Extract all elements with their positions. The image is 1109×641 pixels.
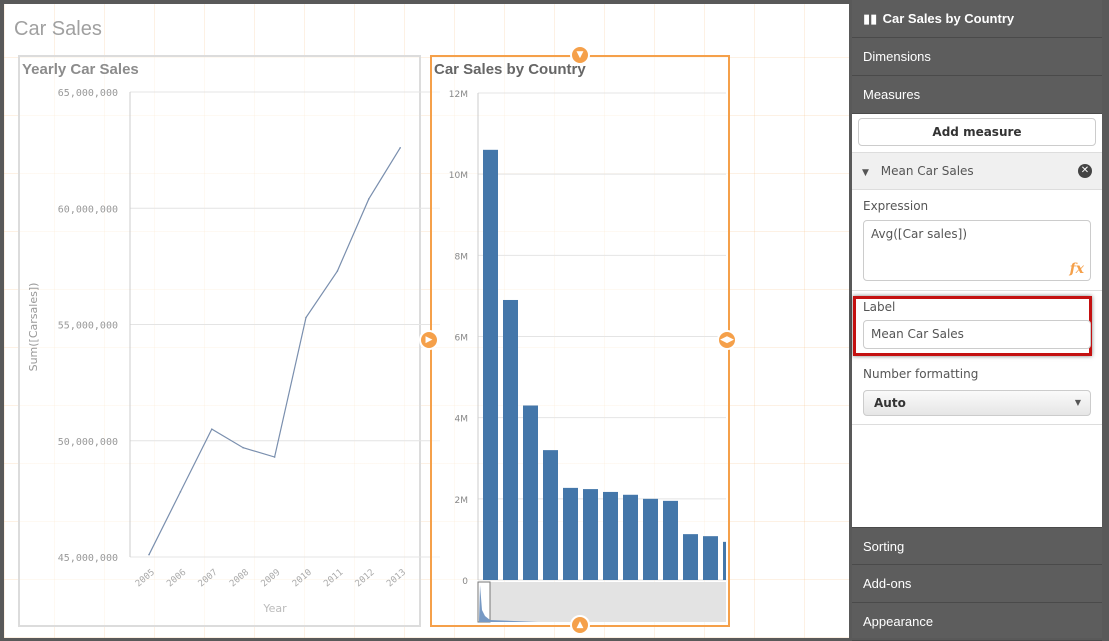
- bar-chart-svg: 0 2M 4M 6M 8M 10M 12M: [449, 90, 726, 623]
- scrollbar-track: [478, 582, 726, 622]
- y-tick-label: 12M: [449, 90, 468, 100]
- sheet-canvas: Car Sales Yearly Car Sales 45,000,000 50,…: [4, 4, 849, 638]
- y-axis-title: Sum([Carsales]): [27, 283, 40, 372]
- data-point: [336, 270, 339, 272]
- bar-chart-car-sales-by-country[interactable]: Car Sales by Country 0 2M 4M 6M 8M 10M 12M: [430, 55, 730, 627]
- bar: [503, 299, 518, 580]
- data-point: [368, 198, 370, 200]
- panel-header: ▮▮ Car Sales by Country: [852, 0, 1102, 38]
- measures-body: Add measure ▼ Mean Car Sales ✕ Expressio…: [852, 114, 1102, 527]
- bar: [563, 487, 578, 580]
- data-point: [211, 428, 213, 430]
- fx-icon[interactable]: fx: [1070, 261, 1084, 277]
- x-tick-label: 2005: [134, 568, 157, 590]
- line-chart-svg: 45,000,000 50,000,000 55,000,000 60,000,000…: [27, 88, 440, 615]
- expression-value: Avg([Car sales]): [871, 227, 968, 241]
- add-measure-button[interactable]: Add measure: [858, 118, 1096, 146]
- y-tick-label: 8M: [455, 252, 469, 262]
- x-tick-label: 2007: [197, 568, 220, 590]
- section-appearance[interactable]: Appearance: [852, 603, 1102, 641]
- y-tick-label: 60,000,000: [58, 204, 118, 215]
- bar: [483, 149, 498, 581]
- y-tick-label: 2M: [455, 496, 469, 506]
- chevron-down-icon: ▼: [1074, 398, 1081, 407]
- number-formatting-label: Number formatting: [863, 367, 979, 381]
- x-tick-label: 2006: [165, 568, 188, 590]
- y-tick-label: 6M: [455, 334, 469, 344]
- bar: [643, 498, 658, 580]
- bar: [683, 534, 698, 580]
- x-tick-label: 2010: [291, 568, 314, 590]
- y-tick-label: 10M: [449, 171, 468, 181]
- y-tick-label: 65,000,000: [58, 88, 118, 99]
- resize-handle-right[interactable]: ◀▶: [717, 330, 737, 350]
- bar: [583, 489, 598, 580]
- number-formatting-value: Auto: [874, 396, 906, 410]
- measure-item-header[interactable]: ▼ Mean Car Sales ✕: [852, 152, 1102, 190]
- properties-panel: ▮▮ Car Sales by Country Dimensions Measu…: [852, 0, 1102, 641]
- collapse-triangle-icon: ▼: [862, 168, 869, 178]
- bar: [723, 541, 726, 580]
- label-input[interactable]: Mean Car Sales: [863, 320, 1091, 349]
- data-point: [273, 456, 276, 458]
- data-point: [179, 491, 182, 493]
- sheet-title: Car Sales: [14, 18, 102, 40]
- resize-handle-left[interactable]: ▶: [419, 330, 439, 350]
- line-chart-yearly-car-sales[interactable]: Yearly Car Sales 45,000,000 50,000,000 55,…: [18, 55, 440, 627]
- bar: [543, 450, 558, 580]
- bar: [623, 494, 638, 580]
- expression-label: Expression: [863, 199, 929, 213]
- resize-handle-top[interactable]: ▼: [570, 45, 590, 65]
- x-tick-label: 2013: [385, 568, 408, 590]
- data-point: [305, 316, 307, 319]
- resize-handle-bottom[interactable]: ▲: [570, 615, 590, 635]
- y-tick-label: 50,000,000: [58, 437, 118, 448]
- data-point: [399, 147, 402, 149]
- bar: [523, 405, 538, 580]
- bar: [663, 500, 678, 580]
- section-measures[interactable]: Measures: [852, 76, 1102, 114]
- section-sorting[interactable]: Sorting: [852, 527, 1102, 565]
- x-tick-label: 2012: [354, 568, 377, 590]
- delete-measure-icon[interactable]: ✕: [1078, 164, 1092, 178]
- measure-name: Mean Car Sales: [880, 164, 974, 178]
- section-addons[interactable]: Add-ons: [852, 565, 1102, 603]
- data-point: [148, 553, 150, 556]
- y-tick-label: 45,000,000: [58, 553, 118, 564]
- data-point: [242, 446, 244, 449]
- y-tick-label: 0: [462, 577, 468, 587]
- data-line: [148, 147, 401, 555]
- section-dimensions[interactable]: Dimensions: [852, 38, 1102, 76]
- bar: [603, 491, 618, 580]
- divider: [852, 424, 1102, 425]
- y-tick-label: 4M: [455, 415, 469, 425]
- panel-title: Car Sales by Country: [882, 11, 1015, 26]
- y-tick-label: 55,000,000: [58, 321, 118, 332]
- number-formatting-select[interactable]: Auto ▼: [863, 390, 1091, 416]
- divider: [852, 290, 1102, 291]
- x-axis-title: Year: [262, 602, 287, 615]
- expression-input[interactable]: Avg([Car sales]) fx: [863, 220, 1091, 281]
- bar-chart-icon: ▮▮: [863, 11, 878, 26]
- x-tick-label: 2011: [322, 568, 345, 590]
- bar: [703, 536, 718, 580]
- label-field-label: Label: [863, 300, 896, 314]
- x-tick-label: 2008: [228, 568, 251, 590]
- x-tick-label: 2009: [259, 568, 282, 590]
